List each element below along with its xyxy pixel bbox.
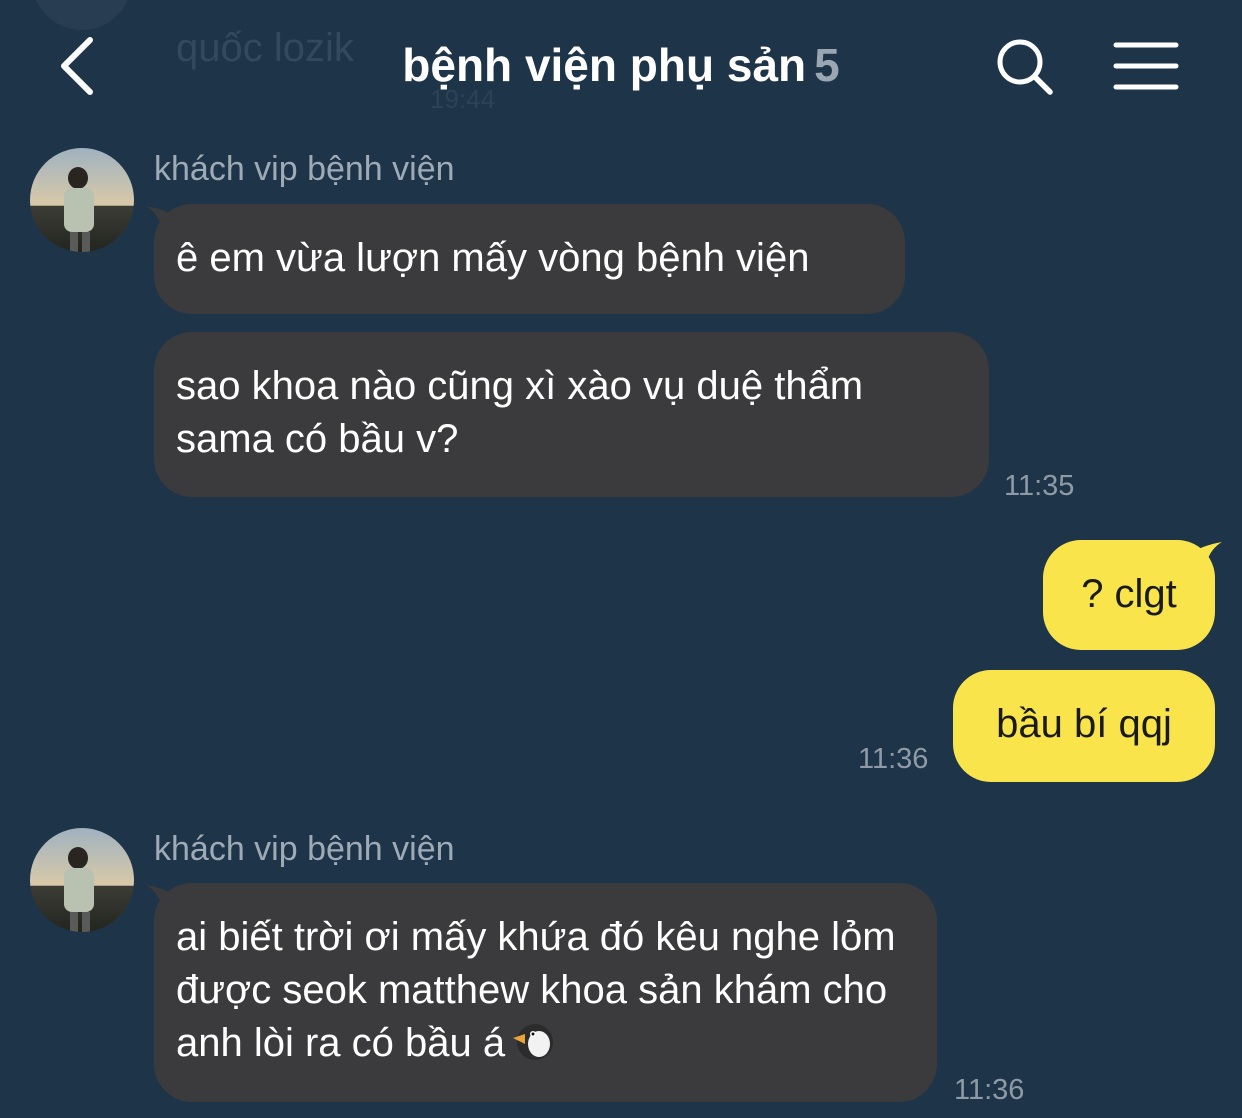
hamburger-menu-icon xyxy=(1113,42,1179,90)
previous-avatar xyxy=(32,0,132,30)
message-bubble[interactable]: sao khoa nào cũng xì xào vụ duệ thẩm sam… xyxy=(154,332,989,497)
message-timestamp: 11:36 xyxy=(858,743,929,775)
search-button[interactable] xyxy=(994,36,1056,98)
member-count: 5 xyxy=(814,39,840,91)
message-bubble[interactable]: bầu bí qqj xyxy=(953,670,1215,782)
message-bubble[interactable]: ê em vừa lượn mấy vòng bệnh viện xyxy=(154,204,905,314)
sender-name: khách vip bệnh viện xyxy=(154,830,455,868)
avatar[interactable] xyxy=(30,828,134,932)
message-bubble[interactable]: ai biết trời ơi mấy khứa đó kêu nghe lỏm… xyxy=(154,883,937,1102)
profile-photo xyxy=(30,148,134,252)
message-bubble[interactable]: ? clgt xyxy=(1043,540,1215,650)
penguin-emoji-icon xyxy=(511,1018,563,1076)
message-timestamp: 11:36 xyxy=(954,1074,1025,1106)
menu-button[interactable] xyxy=(1112,40,1180,92)
profile-photo xyxy=(30,828,134,932)
search-icon xyxy=(997,39,1053,95)
sender-name: khách vip bệnh viện xyxy=(154,150,455,188)
avatar[interactable] xyxy=(30,148,134,252)
chat-title-text: bệnh viện phụ sản xyxy=(402,39,807,91)
message-timestamp: 11:35 xyxy=(1004,470,1075,502)
